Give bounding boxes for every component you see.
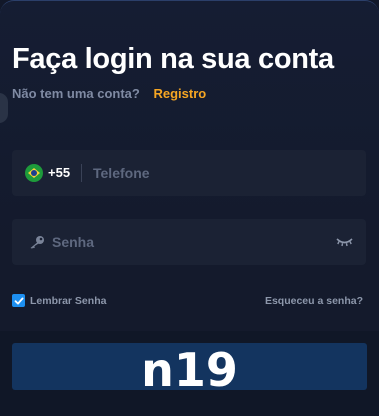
- phone-field[interactable]: +55: [12, 150, 366, 196]
- brazil-flag-icon[interactable]: [25, 164, 43, 182]
- register-prompt: Não tem uma conta? Registro: [12, 86, 206, 101]
- login-card: Faça login na sua conta Não tem uma cont…: [0, 0, 379, 416]
- register-link[interactable]: Registro: [153, 86, 206, 101]
- no-account-text: Não tem uma conta?: [12, 86, 140, 101]
- remember-password-toggle[interactable]: Lembrar Senha: [12, 294, 106, 307]
- phone-input[interactable]: [93, 150, 353, 196]
- country-code[interactable]: +55: [48, 165, 70, 180]
- password-field[interactable]: [12, 219, 366, 265]
- forgot-password-link[interactable]: Esqueceu a senha?: [265, 295, 363, 307]
- check-icon: [14, 297, 23, 304]
- remember-label: Lembrar Senha: [30, 294, 107, 307]
- key-icon: [30, 236, 44, 249]
- side-drawer-handle[interactable]: [0, 93, 8, 123]
- eye-closed-icon[interactable]: [336, 236, 353, 248]
- remember-checkbox[interactable]: [12, 294, 25, 307]
- page-title: Faça login na sua conta: [12, 43, 334, 75]
- password-input[interactable]: [52, 219, 332, 265]
- field-divider: [81, 164, 82, 182]
- login-button[interactable]: [12, 343, 367, 390]
